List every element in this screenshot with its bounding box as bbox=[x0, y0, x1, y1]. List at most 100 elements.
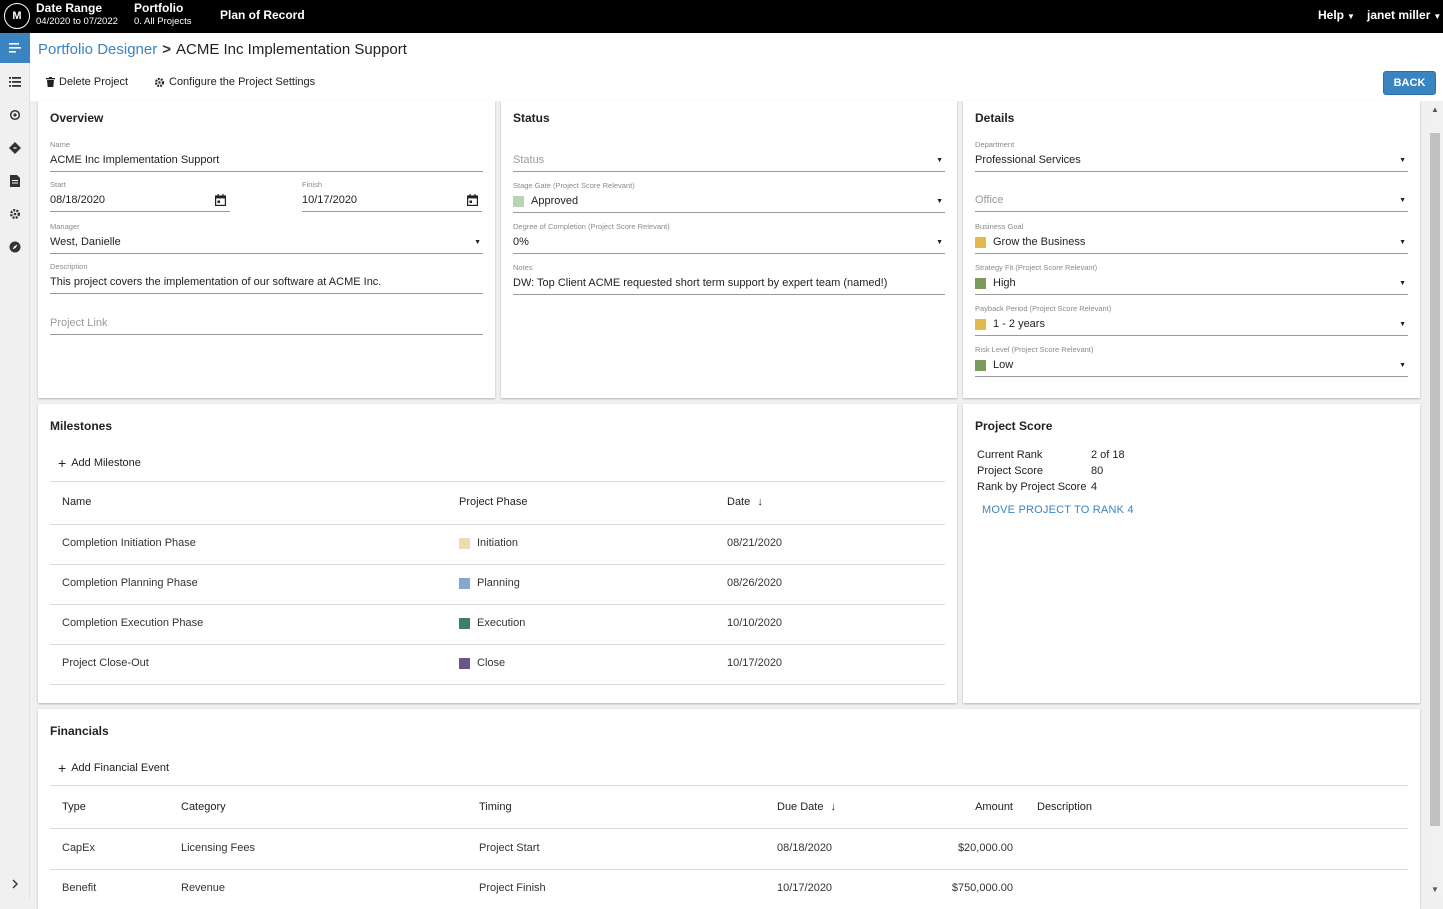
caret-down-icon: ▼ bbox=[1347, 12, 1355, 21]
start-date-field[interactable]: Start 08/18/2020 bbox=[50, 180, 230, 212]
list-icon[interactable] bbox=[0, 67, 30, 97]
divider bbox=[50, 564, 945, 565]
caret-down-icon: ▼ bbox=[1399, 197, 1406, 204]
payback-period-value: 1 - 2 years bbox=[993, 318, 1045, 330]
scroll-up-icon[interactable]: ▲ bbox=[1431, 105, 1439, 114]
column-header-timing[interactable]: Timing bbox=[479, 801, 512, 813]
risk-level-select[interactable]: Risk Level (Project Score Relevant) Low … bbox=[975, 345, 1408, 377]
column-header-date[interactable]: Date ↓ bbox=[727, 496, 763, 508]
office-select[interactable]: Office ▼ bbox=[975, 180, 1408, 212]
project-link-field[interactable]: Project Link bbox=[50, 303, 483, 335]
caret-down-icon: ▼ bbox=[1433, 12, 1442, 21]
gear-icon bbox=[154, 77, 165, 87]
finish-date-field[interactable]: Finish 10/17/2020 bbox=[302, 180, 482, 212]
column-header-description[interactable]: Description bbox=[1037, 801, 1092, 813]
business-goal-select[interactable]: Business Goal Grow the Business ▼ bbox=[975, 222, 1408, 254]
caret-down-icon: ▼ bbox=[936, 239, 943, 246]
column-header-type[interactable]: Type bbox=[62, 801, 86, 813]
phase-swatch bbox=[459, 537, 470, 549]
help-label: Help bbox=[1318, 8, 1345, 22]
business-goal-value: Grow the Business bbox=[993, 236, 1086, 248]
status-select[interactable]: Status ▼ bbox=[513, 140, 945, 172]
add-milestone-button[interactable]: + Add Milestone bbox=[58, 456, 141, 470]
milestone-phase: Execution bbox=[459, 617, 525, 629]
chevron-right-icon[interactable] bbox=[0, 869, 30, 899]
stage-gate-value: Approved bbox=[531, 195, 579, 207]
scroll-down-icon[interactable]: ▼ bbox=[1431, 885, 1439, 894]
manager-select[interactable]: Manager West, Danielle ▼ bbox=[50, 222, 483, 254]
caret-down-icon: ▼ bbox=[1399, 280, 1406, 287]
manager-value: West, Danielle bbox=[50, 236, 121, 248]
column-header-amount[interactable]: Amount bbox=[913, 801, 1013, 813]
notes-field[interactable]: Notes DW: Top Client ACME requested shor… bbox=[513, 263, 945, 295]
name-field[interactable]: Name ACME Inc Implementation Support bbox=[50, 140, 483, 172]
strategy-fit-swatch bbox=[975, 277, 986, 289]
department-select[interactable]: Department Professional Services ▼ bbox=[975, 140, 1408, 172]
compass-icon[interactable] bbox=[0, 232, 30, 262]
date-range-selector[interactable]: Date Range 04/2020 to 07/2022 bbox=[36, 1, 118, 29]
delete-project-button[interactable]: Delete Project bbox=[46, 76, 128, 88]
financial-amount: $750,000.00 bbox=[951, 882, 1013, 894]
financial-category: Revenue bbox=[181, 882, 226, 894]
strategy-fit-label: Strategy Fit (Project Score Relevant) bbox=[975, 263, 1098, 272]
column-header-phase[interactable]: Project Phase bbox=[459, 496, 527, 508]
divider bbox=[50, 828, 1408, 829]
stage-gate-select[interactable]: Stage Gate (Project Score Relevant) Appr… bbox=[513, 181, 945, 213]
configure-settings-button[interactable]: Configure the Project Settings bbox=[154, 76, 315, 88]
caret-down-icon: ▼ bbox=[936, 198, 943, 205]
back-button[interactable]: BACK bbox=[1383, 71, 1436, 95]
column-header-category[interactable]: Category bbox=[181, 801, 226, 813]
stage-gate-swatch bbox=[513, 195, 524, 207]
add-financial-event-button[interactable]: + Add Financial Event bbox=[58, 761, 169, 775]
move-project-rank-link[interactable]: MOVE PROJECT TO RANK 4 bbox=[982, 504, 1134, 516]
column-header-name[interactable]: Name bbox=[62, 496, 91, 508]
rank-by-score-value: 4 bbox=[1091, 481, 1098, 493]
target-icon[interactable] bbox=[0, 100, 30, 130]
milestone-name: Project Close-Out bbox=[62, 657, 149, 669]
completion-select[interactable]: Degree of Completion (Project Score Rele… bbox=[513, 222, 945, 254]
name-value: ACME Inc Implementation Support bbox=[50, 154, 220, 166]
plan-of-record[interactable]: Plan of Record bbox=[220, 8, 305, 22]
caret-down-icon: ▼ bbox=[474, 239, 481, 246]
department-label: Department bbox=[975, 140, 1015, 149]
column-header-due-date[interactable]: Due Date ↓ bbox=[777, 801, 836, 813]
calendar-icon[interactable] bbox=[467, 194, 478, 206]
scroll-thumb[interactable] bbox=[1430, 133, 1440, 826]
diamond-icon[interactable] bbox=[0, 133, 30, 163]
caret-down-icon: ▼ bbox=[936, 157, 943, 164]
portfolio-selector[interactable]: Portfolio 0. All Projects bbox=[134, 1, 192, 29]
help-menu[interactable]: Help ▼ bbox=[1318, 8, 1355, 22]
milestone-phase-label: Close bbox=[477, 657, 506, 669]
description-label: Description bbox=[50, 262, 88, 271]
user-name: janet miller bbox=[1367, 8, 1431, 22]
strategy-fit-select[interactable]: Strategy Fit (Project Score Relevant) Hi… bbox=[975, 263, 1408, 295]
project-link-placeholder: Project Link bbox=[50, 317, 108, 329]
finish-value: 10/17/2020 bbox=[302, 194, 358, 206]
document-icon[interactable] bbox=[0, 166, 30, 196]
milestone-date: 08/26/2020 bbox=[727, 577, 783, 589]
payback-period-select[interactable]: Payback Period (Project Score Relevant) … bbox=[975, 304, 1408, 336]
portfolio-value: 0. All Projects bbox=[134, 16, 192, 27]
gear-icon[interactable] bbox=[0, 199, 30, 229]
caret-down-icon: ▼ bbox=[1399, 321, 1406, 328]
business-goal-swatch bbox=[975, 236, 986, 248]
date-range-title: Date Range bbox=[36, 1, 103, 15]
page-title: ACME Inc Implementation Support bbox=[176, 41, 407, 58]
page-scrollbar[interactable]: ▲ ▼ bbox=[1427, 101, 1443, 899]
description-field[interactable]: Description This project covers the impl… bbox=[50, 262, 483, 294]
details-card: Details Department Professional Services… bbox=[963, 101, 1420, 398]
app-logo[interactable]: M bbox=[4, 3, 30, 29]
breadcrumb: Portfolio Designer > ACME Inc Implementati… bbox=[38, 41, 407, 58]
calendar-icon[interactable] bbox=[215, 194, 226, 206]
project-score-label: Project Score bbox=[977, 465, 1044, 477]
completion-label: Degree of Completion (Project Score Rele… bbox=[513, 222, 670, 231]
status-title: Status bbox=[513, 111, 550, 125]
divider bbox=[50, 604, 945, 605]
menu-icon[interactable] bbox=[0, 33, 30, 63]
user-menu[interactable]: janet miller ▼ bbox=[1367, 8, 1441, 22]
divider bbox=[50, 644, 945, 645]
page-header: Portfolio Designer > ACME Inc Implementati… bbox=[30, 33, 1443, 101]
breadcrumb-portfolio-designer-link[interactable]: Portfolio Designer bbox=[38, 41, 157, 58]
current-rank-label: Current Rank bbox=[977, 449, 1043, 461]
strategy-fit-value: High bbox=[993, 277, 1016, 289]
